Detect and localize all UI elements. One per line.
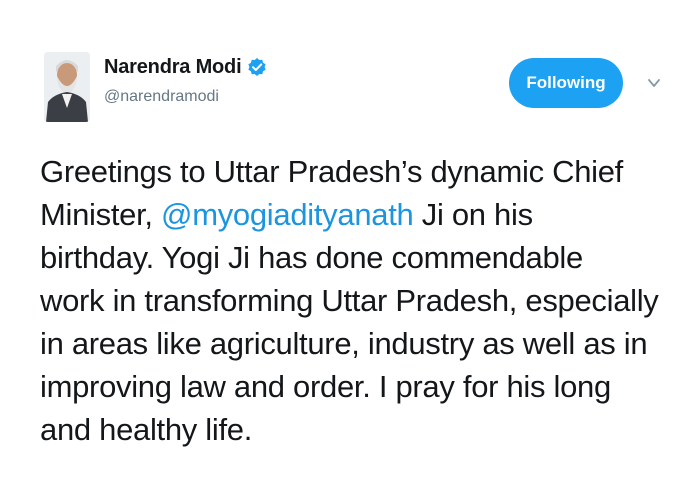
following-button[interactable]: Following — [509, 58, 623, 108]
name-row: Narendra Modi — [104, 54, 267, 80]
author-block: Narendra Modi @narendramodi — [104, 54, 267, 106]
display-name[interactable]: Narendra Modi — [104, 56, 242, 79]
tweet-line-prefix: Minister, — [40, 197, 162, 232]
tweet-text: Greetings to Uttar Pradesh’s dynamic Chi… — [40, 150, 680, 451]
profile-photo-icon — [44, 52, 90, 122]
tweet-line: improving law and order. I pray for his … — [40, 369, 611, 404]
tweet-line-suffix: Ji on his — [413, 197, 533, 232]
tweet-line: in areas like agriculture, industry as w… — [40, 326, 648, 361]
avatar[interactable] — [44, 52, 90, 122]
tweet-line: Minister, @myogiadityanath Ji on his — [40, 193, 680, 236]
tweet-line: work in transforming Uttar Pradesh, espe… — [40, 283, 659, 318]
mention-link[interactable]: @myogiadityanath — [161, 197, 414, 232]
tweet-card: Narendra Modi @narendramodi Following Gr… — [0, 0, 700, 500]
chevron-down-icon[interactable] — [646, 76, 662, 90]
tweet-line: Greetings to Uttar Pradesh’s dynamic Chi… — [40, 154, 623, 189]
tweet-line: birthday. Yogi Ji has done commendable — [40, 240, 583, 275]
tweet-line: and healthy life. — [40, 412, 253, 447]
user-handle[interactable]: @narendramodi — [104, 88, 267, 106]
verified-badge-icon — [247, 57, 267, 77]
